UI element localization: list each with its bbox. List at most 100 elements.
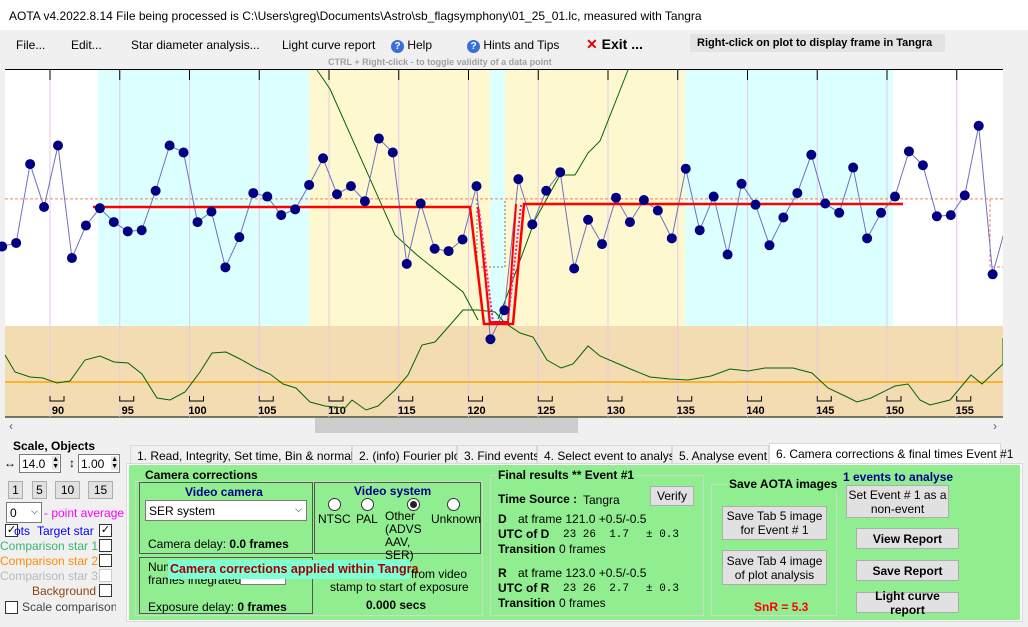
- target-star-checkbox[interactable]: ✓: [99, 524, 112, 537]
- data-point: [680, 163, 691, 174]
- data-point: [443, 246, 454, 257]
- camera-select[interactable]: SER system ⌵: [145, 500, 307, 521]
- menu-exit[interactable]: ✕ Exit ...: [586, 36, 643, 53]
- menu-light-curve-report[interactable]: Light curve report: [282, 38, 375, 52]
- tick-label: 140: [746, 405, 764, 417]
- data-point: [750, 199, 761, 210]
- tick-label: 135: [677, 405, 695, 417]
- transition-d-label: Transition: [498, 542, 556, 556]
- scale-comparisons-checkbox[interactable]: [5, 601, 18, 614]
- pal-radio[interactable]: [361, 498, 374, 511]
- scale-10-button[interactable]: 10: [55, 481, 80, 499]
- from-video-label: from video: [411, 567, 468, 581]
- right-click-hint: Right-click on plot to display frame in …: [690, 34, 945, 52]
- comparison-star-1-checkbox[interactable]: [99, 539, 112, 552]
- events-to-analyse: 1 events to analyse: [843, 470, 954, 484]
- data-point: [429, 243, 440, 254]
- menu-file[interactable]: File...: [16, 38, 45, 52]
- data-point: [150, 185, 161, 196]
- data-point: [959, 190, 970, 201]
- time-source-label: Time Source :: [498, 492, 578, 506]
- data-point: [736, 178, 747, 189]
- set-non-event-button[interactable]: Set Event # 1 as a non-event: [846, 485, 949, 518]
- tab-find-events[interactable]: 3. Find events: [457, 445, 539, 464]
- scale-1-button[interactable]: 1: [8, 481, 23, 499]
- scale-15-button[interactable]: 15: [88, 481, 113, 499]
- save-report-button[interactable]: Save Report: [856, 560, 959, 581]
- comparison-star-2-checkbox[interactable]: [99, 554, 112, 567]
- light-curve-plot[interactable]: 90 95 100 105 110 115 120 125 130 135 140 145 150 155…: [0, 69, 1028, 433]
- data-point: [25, 159, 36, 170]
- data-point: [11, 237, 22, 248]
- comparison-star-3-checkbox[interactable]: [99, 569, 112, 582]
- data-point: [387, 147, 398, 158]
- tick-label: 145: [816, 405, 834, 417]
- data-point: [206, 206, 217, 217]
- light-curve-report-button[interactable]: Light curve report: [856, 589, 959, 617]
- background-checkbox[interactable]: [99, 584, 112, 597]
- tab-select-event[interactable]: 4. Select event to analyse: [537, 445, 681, 464]
- chevron-down-icon: ⌵: [31, 506, 38, 516]
- spinner-arrows-icon[interactable]: ▲ ▼: [111, 456, 118, 470]
- data-point: [499, 305, 510, 316]
- tab-fourier[interactable]: 2. (info) Fourier plot: [352, 445, 464, 464]
- tab-read-integrity[interactable]: 1. Read, Integrity, Set time, Bin & norm…: [130, 445, 369, 464]
- utc-r-error: ± 0.3: [646, 583, 680, 595]
- data-point: [164, 140, 175, 151]
- scroll-right-icon[interactable]: ›: [993, 419, 997, 433]
- data-point: [987, 269, 998, 280]
- scrollbar-thumb[interactable]: [315, 418, 578, 433]
- tangra-corrections-notice: Camera corrections applied within Tangra: [168, 560, 418, 579]
- v-scale-spinner[interactable]: 1.00 ▲ ▼: [78, 454, 120, 473]
- data-point: [778, 212, 789, 223]
- exposure-secs: 0.000 secs: [366, 598, 427, 612]
- ntsc-radio[interactable]: [328, 498, 341, 511]
- data-point: [359, 196, 370, 207]
- scale-5-button[interactable]: 5: [32, 481, 47, 499]
- data-point: [848, 162, 859, 173]
- stamp-label: stamp to start of exposure: [330, 580, 469, 594]
- r-frame: at frame 123.0 +0.5/-0.5: [518, 566, 647, 580]
- data-point: [220, 262, 231, 273]
- transition-d-value: 0 frames: [559, 542, 606, 556]
- h-scale-spinner[interactable]: 14.0 ▲ ▼: [19, 454, 61, 473]
- menu-help[interactable]: ? Help: [391, 38, 432, 53]
- utc-r-value: 23 26 2.7: [563, 583, 630, 595]
- data-point: [876, 207, 887, 218]
- snr-value: SnR = 5.3: [752, 600, 811, 614]
- tab-analyse-event[interactable]: 5. Analyse event #1: [672, 445, 784, 464]
- save-tab4-image-button[interactable]: Save Tab 4 image of plot analysis: [722, 550, 827, 585]
- tick-label: 150: [886, 405, 904, 417]
- comparison-star-1-label: Comparison star 1: [0, 539, 99, 553]
- background-band: [98, 70, 309, 326]
- menu-hints[interactable]: ? Hints and Tips: [467, 38, 559, 53]
- unknown-radio[interactable]: [447, 498, 460, 511]
- data-point: [652, 205, 663, 216]
- unknown-label: Unknown: [431, 512, 482, 526]
- plot-right-margin: [1003, 69, 1028, 433]
- tick-label: 100: [188, 405, 206, 417]
- spinner-arrows-icon[interactable]: ▲ ▼: [52, 456, 59, 470]
- scroll-left-icon[interactable]: ‹: [9, 419, 13, 433]
- utc-d-label: UTC of D: [498, 527, 550, 541]
- tab-camera-corrections[interactable]: 6. Camera corrections & final times Even…: [769, 443, 1013, 464]
- camera-corrections-title: Camera corrections: [143, 468, 260, 482]
- data-point: [304, 179, 315, 190]
- point-average-select[interactable]: 0 ⌵: [6, 502, 42, 523]
- data-point: [541, 185, 552, 196]
- save-tab5-image-button[interactable]: Save Tab 5 image for Event # 1: [722, 506, 827, 540]
- menu-edit[interactable]: Edit...: [71, 38, 102, 52]
- verify-button[interactable]: Verify: [650, 486, 694, 506]
- menu-star-diameter[interactable]: Star diameter analysis...: [131, 38, 260, 52]
- tick-label: 155: [956, 405, 974, 417]
- exposure-delay: Exposure delay: 0 frames: [148, 600, 287, 614]
- final-results-title: Final results ** Event #1: [496, 468, 637, 482]
- video-camera-title: Video camera: [185, 485, 263, 499]
- background-band: [505, 70, 685, 326]
- data-point: [415, 198, 426, 209]
- tick-label: 120: [467, 405, 485, 417]
- horizontal-arrow-icon: ↔: [4, 456, 16, 470]
- data-point: [624, 217, 635, 228]
- point-average-label: - point average: [44, 506, 125, 520]
- view-report-button[interactable]: View Report: [856, 528, 959, 549]
